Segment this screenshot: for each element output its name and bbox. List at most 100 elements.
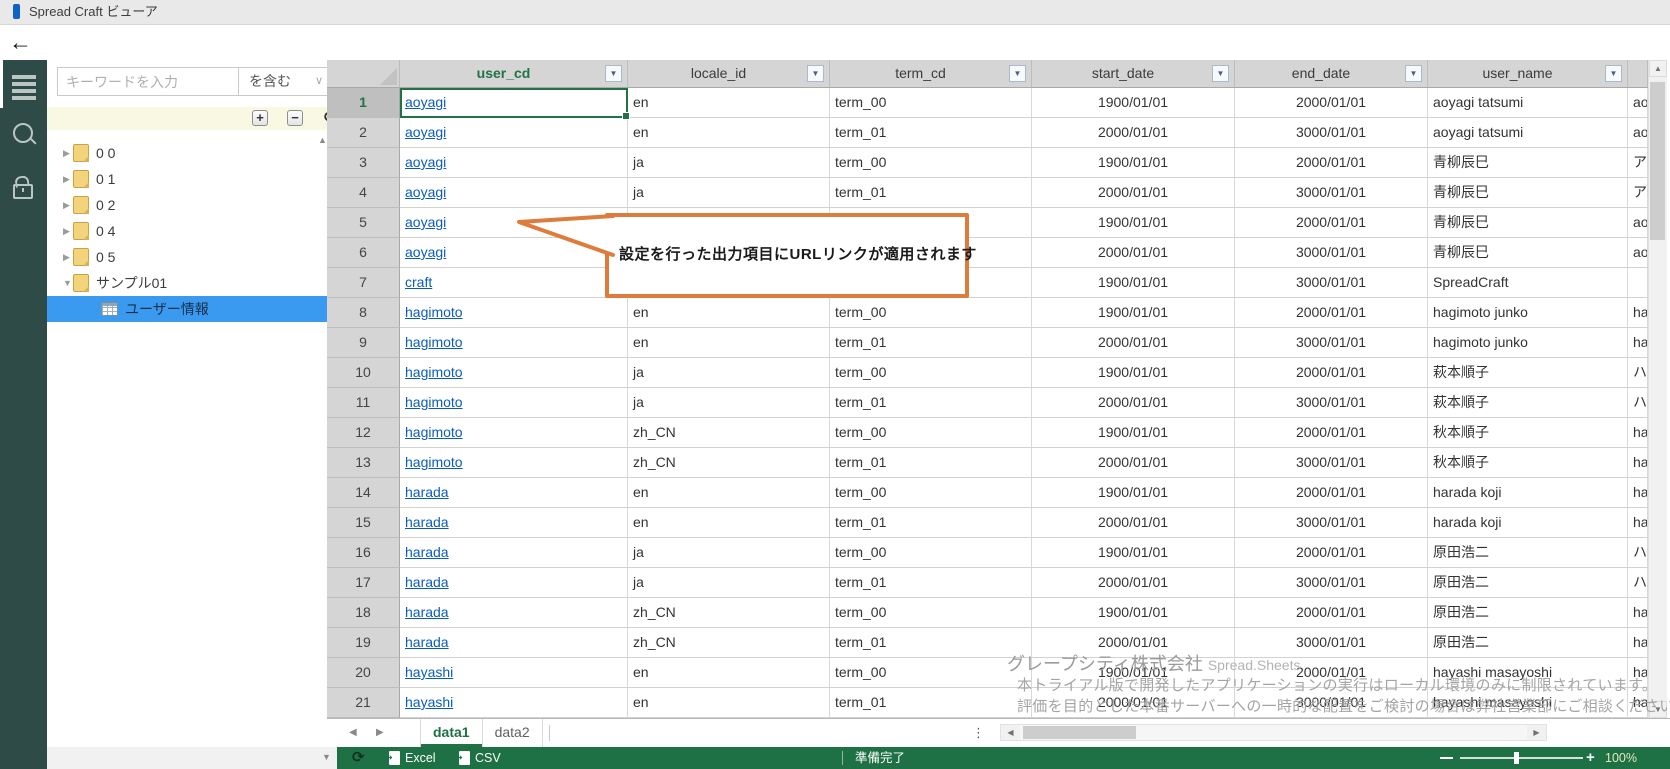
cell-link[interactable]: hagimoto	[405, 304, 463, 320]
match-mode-dropdown[interactable]: を含む ∨	[238, 67, 332, 96]
row-number[interactable]: 1	[327, 88, 400, 118]
cell-end_date[interactable]: 3000/01/01	[1235, 388, 1428, 418]
cell-user_name2[interactable]: ao	[1628, 88, 1648, 118]
cell-user_name2[interactable]: ha	[1628, 658, 1648, 688]
cell-start_date[interactable]: 1900/01/01	[1032, 88, 1235, 118]
cell-term_cd[interactable]: term_01	[830, 628, 1032, 658]
cell-start_date[interactable]: 2000/01/01	[1032, 238, 1235, 268]
grid-vertical-scrollbar[interactable]: ▲ ▼	[1648, 60, 1667, 718]
column-header-end_date[interactable]: end_date▼	[1235, 60, 1428, 88]
scroll-right-icon[interactable]: ▶	[1527, 725, 1546, 740]
cell-user_name[interactable]: 青柳辰巳	[1428, 208, 1628, 238]
cell-term_cd[interactable]: term_00	[830, 358, 1032, 388]
cell-link[interactable]: hagimoto	[405, 334, 463, 350]
cell-start_date[interactable]: 1900/01/01	[1032, 358, 1235, 388]
cell-end_date[interactable]: 3000/01/01	[1235, 178, 1428, 208]
cell-start_date[interactable]: 2000/01/01	[1032, 118, 1235, 148]
unlock-icon[interactable]	[13, 176, 33, 198]
row-number[interactable]: 17	[327, 568, 400, 598]
cell-end_date[interactable]: 2000/01/01	[1235, 538, 1428, 568]
cell-user_name[interactable]: 原田浩二	[1428, 538, 1628, 568]
cell-end_date[interactable]: 3000/01/01	[1235, 238, 1428, 268]
cell-end_date[interactable]: 3000/01/01	[1235, 268, 1428, 298]
cell-end_date[interactable]: 3000/01/01	[1235, 118, 1428, 148]
filter-dropdown-icon[interactable]: ▼	[1212, 65, 1229, 82]
cell-user_name2[interactable]: ha	[1628, 328, 1648, 358]
cell-user_name[interactable]: hayashi masayoshi	[1428, 658, 1628, 688]
cell-link[interactable]: hayashi	[405, 664, 453, 680]
cell-start_date[interactable]: 1900/01/01	[1032, 148, 1235, 178]
cell-locale_id[interactable]: zh_CN	[628, 418, 830, 448]
cell-user_name[interactable]: SpreadCraft	[1428, 268, 1628, 298]
cell-user_name2[interactable]: ア	[1628, 178, 1648, 208]
filter-dropdown-icon[interactable]: ▼	[1605, 65, 1622, 82]
tab-data1[interactable]: data1	[420, 719, 483, 747]
cell-start_date[interactable]: 2000/01/01	[1032, 448, 1235, 478]
cell-link[interactable]: hagimoto	[405, 364, 463, 380]
tree-item-0 0[interactable]: ▶0 0	[47, 140, 332, 166]
tab-scroll-right-icon[interactable]: ▶	[376, 719, 384, 747]
cell-link[interactable]: aoyagi	[405, 154, 446, 170]
cell-user_name[interactable]: hayashi masayoshi	[1428, 688, 1628, 718]
cell-term_cd[interactable]: term_00	[830, 298, 1032, 328]
filter-dropdown-icon[interactable]: ▼	[1009, 65, 1026, 82]
cell-link[interactable]: harada	[405, 604, 449, 620]
cell-end_date[interactable]: 2000/01/01	[1235, 358, 1428, 388]
row-number[interactable]: 15	[327, 508, 400, 538]
cell-term_cd[interactable]: term_01	[830, 688, 1032, 718]
cell-start_date[interactable]: 2000/01/01	[1032, 388, 1235, 418]
tree-item-0 4[interactable]: ▶0 4	[47, 218, 332, 244]
row-number[interactable]: 8	[327, 298, 400, 328]
column-header-user_name[interactable]: user_name▼	[1428, 60, 1628, 88]
cell-start_date[interactable]: 2000/01/01	[1032, 628, 1235, 658]
cell-user_name[interactable]: hagimoto junko	[1428, 328, 1628, 358]
cell-start_date[interactable]: 1900/01/01	[1032, 538, 1235, 568]
cell-start_date[interactable]: 1900/01/01	[1032, 478, 1235, 508]
row-number[interactable]: 4	[327, 178, 400, 208]
cell-term_cd[interactable]: term_00	[830, 148, 1032, 178]
tab-more-icon[interactable]: ⋮	[972, 719, 986, 747]
cell-end_date[interactable]: 3000/01/01	[1235, 328, 1428, 358]
cell-user_name2[interactable]: ao	[1628, 238, 1648, 268]
row-number[interactable]: 12	[327, 418, 400, 448]
cell-locale_id[interactable]: en	[628, 88, 830, 118]
cell-user_name[interactable]: 原田浩二	[1428, 598, 1628, 628]
cell-user_name[interactable]: 青柳辰巳	[1428, 178, 1628, 208]
cell-locale_id[interactable]: en	[628, 658, 830, 688]
cell-link[interactable]: harada	[405, 514, 449, 530]
column-header-user_cd[interactable]: user_cd▼	[400, 60, 628, 88]
cell-user_name[interactable]: 秋本順子	[1428, 418, 1628, 448]
cell-term_cd[interactable]: term_01	[830, 448, 1032, 478]
column-header-term_cd[interactable]: term_cd▼	[830, 60, 1032, 88]
cell-start_date[interactable]: 1900/01/01	[1032, 298, 1235, 328]
cell-user_name[interactable]: 青柳辰巳	[1428, 148, 1628, 178]
cell-end_date[interactable]: 3000/01/01	[1235, 448, 1428, 478]
cell-link[interactable]: aoyagi	[405, 124, 446, 140]
tree-item-ユーザー情報[interactable]: ユーザー情報	[47, 296, 332, 322]
select-all-corner[interactable]	[327, 60, 400, 88]
row-number[interactable]: 14	[327, 478, 400, 508]
cell-user_name[interactable]: hagimoto junko	[1428, 298, 1628, 328]
chevron-collapsed-icon[interactable]: ▶	[63, 148, 73, 159]
cell-user_name[interactable]: 原田浩二	[1428, 628, 1628, 658]
export-excel-button[interactable]: Excel	[389, 747, 436, 769]
cell-user_name2[interactable]: ハ	[1628, 568, 1648, 598]
zoom-slider-track[interactable]	[1460, 757, 1583, 759]
filter-dropdown-icon[interactable]: ▼	[1405, 65, 1422, 82]
cell-user_name2[interactable]: ハ	[1628, 538, 1648, 568]
row-number[interactable]: 2	[327, 118, 400, 148]
cell-link[interactable]: hagimoto	[405, 424, 463, 440]
search-icon[interactable]	[13, 123, 33, 143]
cell-user_name[interactable]: aoyagi tatsumi	[1428, 88, 1628, 118]
row-number[interactable]: 6	[327, 238, 400, 268]
horizontal-scroll-thumb[interactable]	[1023, 726, 1136, 739]
cell-user_name[interactable]: 青柳辰巳	[1428, 238, 1628, 268]
cell-user_name2[interactable]: ハ	[1628, 388, 1648, 418]
row-number[interactable]: 19	[327, 628, 400, 658]
cell-user_name2[interactable]: ha	[1628, 298, 1648, 328]
collapse-all-button[interactable]: −	[287, 110, 303, 126]
cell-start_date[interactable]: 1900/01/01	[1032, 658, 1235, 688]
tree-item-0 1[interactable]: ▶0 1	[47, 166, 332, 192]
cell-user_name2[interactable]: ha	[1628, 478, 1648, 508]
cell-term_cd[interactable]: term_01	[830, 388, 1032, 418]
